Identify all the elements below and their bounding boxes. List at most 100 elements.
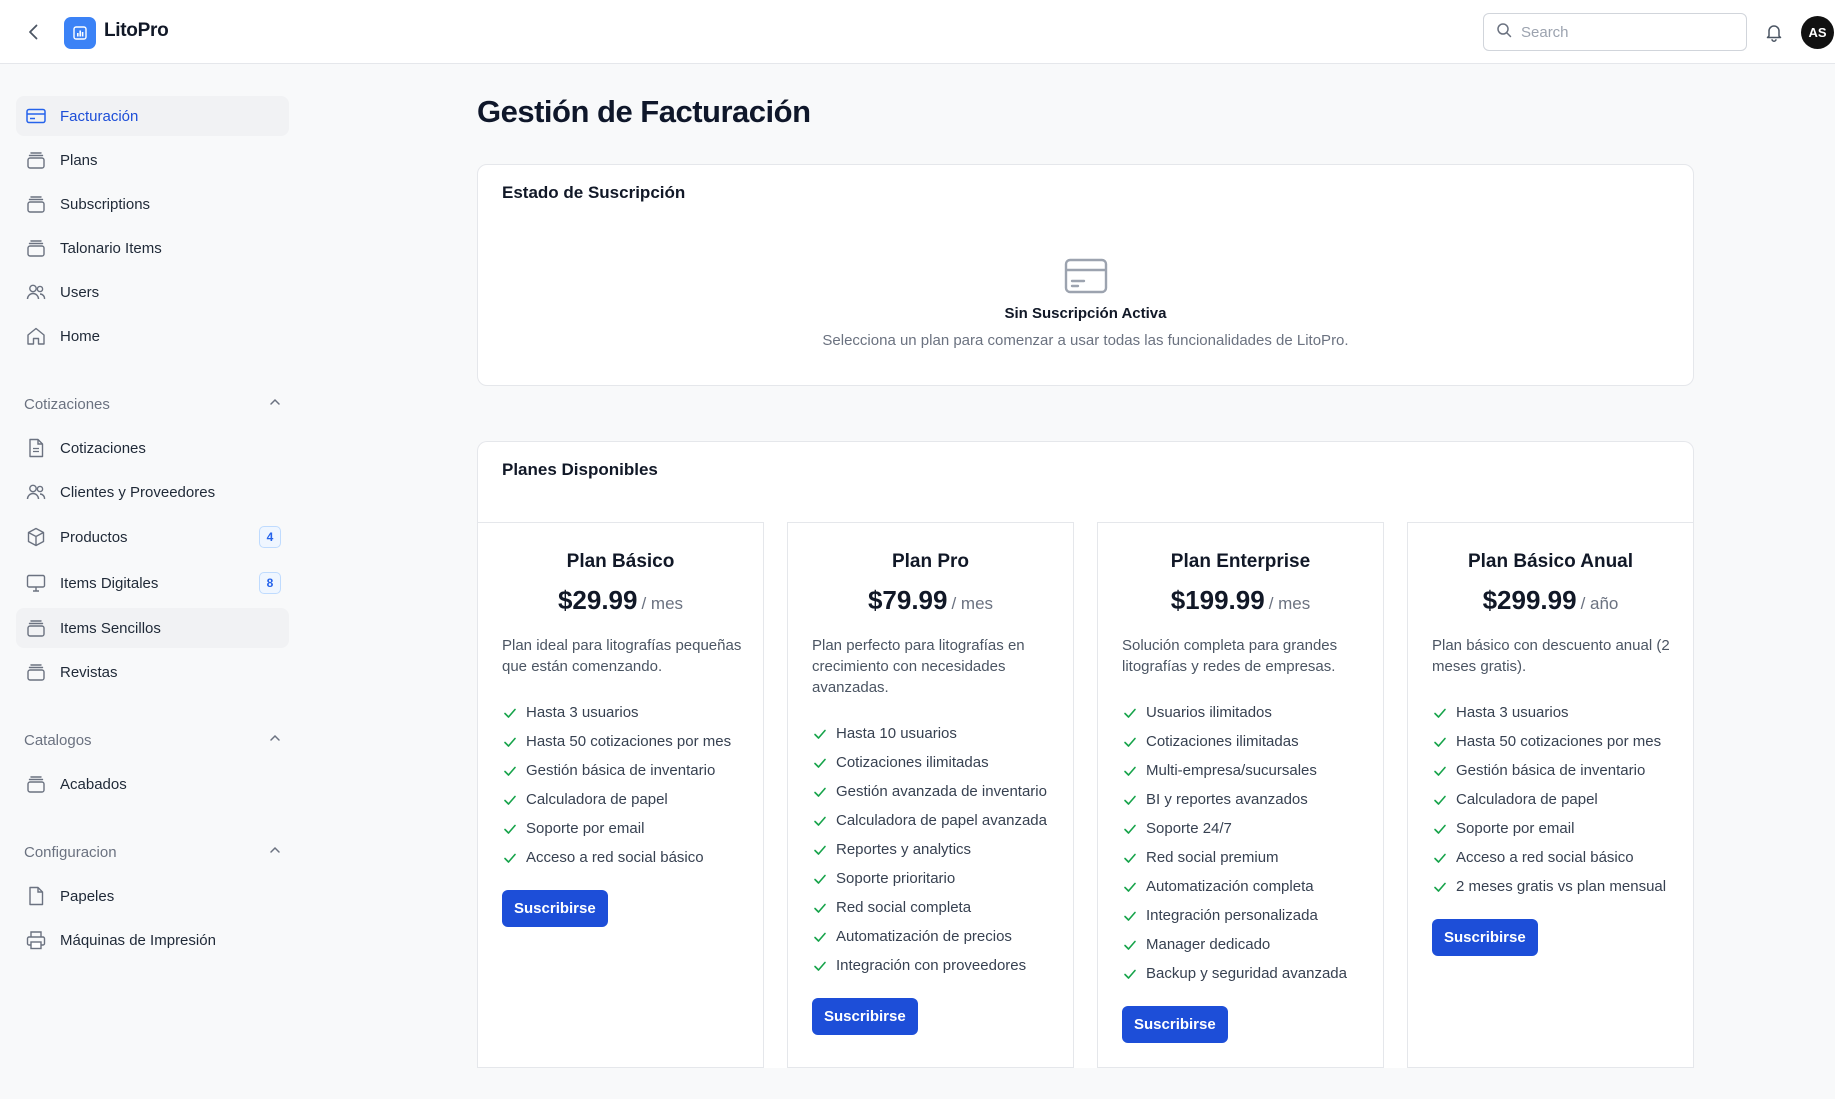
sidebar-item-items-sencillos[interactable]: Items Sencillos xyxy=(16,608,289,648)
sidebar-item-facturacion[interactable]: Facturación xyxy=(16,96,289,136)
subscribe-button[interactable]: Suscribirse xyxy=(1122,1006,1228,1043)
feature-text: Integración personalizada xyxy=(1146,907,1318,924)
sidebar-item-label: Facturación xyxy=(60,107,139,125)
plan-price: $299.99 xyxy=(1482,585,1577,615)
search-box[interactable] xyxy=(1483,13,1747,51)
check-icon xyxy=(502,705,518,721)
feature-item: Soporte 24/7 xyxy=(1122,814,1372,843)
feature-text: Backup y seguridad avanzada xyxy=(1146,965,1347,982)
sidebar-item-acabados[interactable]: Acabados xyxy=(16,764,289,804)
plan-card-basico-anual: Plan Básico Anual $299.99/ año Plan bási… xyxy=(1407,522,1694,1068)
stack-icon xyxy=(25,149,47,171)
check-icon xyxy=(1122,734,1138,750)
empty-state-title: Sin Suscripción Activa xyxy=(1004,305,1167,322)
feature-text: Manager dedicado xyxy=(1146,936,1271,953)
plan-name: Plan Básico Anual xyxy=(1467,551,1634,572)
sidebar-item-label: Items Digitales xyxy=(60,574,159,592)
sidebar-item-label: Subscriptions xyxy=(60,195,151,213)
plan-period: / mes xyxy=(1268,594,1311,613)
feature-item: Reportes y analytics xyxy=(812,835,1062,864)
sidebar-item-home[interactable]: Home xyxy=(16,316,289,356)
feature-text: Soporte por email xyxy=(1456,820,1575,837)
sidebar: Facturación Plans Subscriptions Talonari… xyxy=(0,64,300,1099)
users-icon xyxy=(25,481,47,503)
avatar[interactable]: AS xyxy=(1801,16,1834,49)
stack-icon xyxy=(25,193,47,215)
feature-item: Multi-empresa/sucursales xyxy=(1122,756,1372,785)
sidebar-item-users[interactable]: Users xyxy=(16,272,289,312)
check-icon xyxy=(1432,705,1448,721)
check-icon xyxy=(1122,763,1138,779)
notification-bell-icon[interactable] xyxy=(1762,20,1786,44)
sidebar-item-plans[interactable]: Plans xyxy=(16,140,289,180)
subscribe-button[interactable]: Suscribirse xyxy=(502,890,608,927)
stack-icon xyxy=(25,617,47,639)
count-badge: 4 xyxy=(259,526,281,548)
check-icon xyxy=(502,821,518,837)
feature-item: 2 meses gratis vs plan mensual xyxy=(1432,872,1682,901)
check-icon xyxy=(812,726,828,742)
feature-text: Reportes y analytics xyxy=(836,841,972,858)
section-catalogos-toggle[interactable]: Catalogos xyxy=(24,728,282,752)
feature-list: Hasta 10 usuarios Cotizaciones ilimitadas… xyxy=(812,719,1062,980)
card-title: Planes Disponibles xyxy=(502,460,658,479)
sidebar-item-items-digitales[interactable]: Items Digitales 8 xyxy=(16,563,289,603)
plan-price-row: $299.99/ año xyxy=(1408,585,1693,616)
subscribe-button[interactable]: Suscribirse xyxy=(1432,919,1538,956)
feature-item: Manager dedicado xyxy=(1122,930,1372,959)
feature-text: Soporte por email xyxy=(526,820,645,837)
section-label: Cotizaciones xyxy=(24,395,110,413)
feature-item: Calculadora de papel xyxy=(502,785,752,814)
check-icon xyxy=(1122,908,1138,924)
check-icon xyxy=(1432,850,1448,866)
subscription-status-card: Estado de Suscripción Sin Suscripción Ac… xyxy=(477,164,1694,386)
feature-list: Hasta 3 usuarios Hasta 50 cotizaciones po… xyxy=(1432,698,1682,901)
check-icon xyxy=(502,792,518,808)
empty-state-text: Selecciona un plan para comenzar a usar … xyxy=(822,332,1349,349)
home-icon xyxy=(25,325,47,347)
feature-item: Backup y seguridad avanzada xyxy=(1122,959,1372,988)
search-input[interactable] xyxy=(1521,23,1721,41)
sidebar-item-label: Users xyxy=(60,283,100,301)
plan-period: / año xyxy=(1580,594,1619,613)
plan-card-enterprise: Plan Enterprise $199.99/ mes Solución co… xyxy=(1097,522,1384,1068)
plan-description: Plan perfecto para litografías en crecim… xyxy=(812,637,1025,696)
feature-item: Cotizaciones ilimitadas xyxy=(812,748,1062,777)
feature-item: Hasta 50 cotizaciones por mes xyxy=(502,727,752,756)
monitor-icon xyxy=(25,572,47,594)
sidebar-item-revistas[interactable]: Revistas xyxy=(16,652,289,692)
check-icon xyxy=(1432,821,1448,837)
sidebar-item-productos[interactable]: Productos 4 xyxy=(16,517,289,557)
subscribe-button[interactable]: Suscribirse xyxy=(812,998,918,1035)
credit-card-icon xyxy=(25,105,47,127)
back-arrow-icon[interactable] xyxy=(22,20,46,44)
sidebar-item-maquinas-impresion[interactable]: Máquinas de Impresión xyxy=(16,920,289,960)
feature-item: Usuarios ilimitados xyxy=(1122,698,1372,727)
sidebar-item-cotizaciones[interactable]: Cotizaciones xyxy=(16,428,289,468)
sidebar-item-papeles[interactable]: Papeles xyxy=(16,876,289,916)
printer-icon xyxy=(25,929,47,951)
sidebar-item-talonario-items[interactable]: Talonario Items xyxy=(16,228,289,268)
check-icon xyxy=(1432,734,1448,750)
check-icon xyxy=(812,842,828,858)
feature-item: Calculadora de papel avanzada xyxy=(812,806,1062,835)
feature-text: Hasta 50 cotizaciones por mes xyxy=(1456,733,1662,750)
feature-text: Red social completa xyxy=(836,899,972,916)
check-icon xyxy=(812,813,828,829)
document-icon xyxy=(25,885,47,907)
feature-text: Red social premium xyxy=(1146,849,1279,866)
plan-description: Plan básico con descuento anual (2 meses… xyxy=(1432,637,1670,675)
sidebar-item-clientes-proveedores[interactable]: Clientes y Proveedores xyxy=(16,472,289,512)
feature-item: Soporte prioritario xyxy=(812,864,1062,893)
check-icon xyxy=(812,784,828,800)
check-icon xyxy=(1432,763,1448,779)
check-icon xyxy=(1432,879,1448,895)
section-cotizaciones-toggle[interactable]: Cotizaciones xyxy=(24,392,282,416)
check-icon xyxy=(1122,792,1138,808)
plan-description: Plan ideal para litografías pequeñas que… xyxy=(502,637,742,675)
section-configuracion-toggle[interactable]: Configuracion xyxy=(24,840,282,864)
sidebar-item-subscriptions[interactable]: Subscriptions xyxy=(16,184,289,224)
feature-text: Gestión básica de inventario xyxy=(526,762,716,779)
plan-price-row: $79.99/ mes xyxy=(788,585,1073,616)
section-label: Configuracion xyxy=(24,843,117,861)
